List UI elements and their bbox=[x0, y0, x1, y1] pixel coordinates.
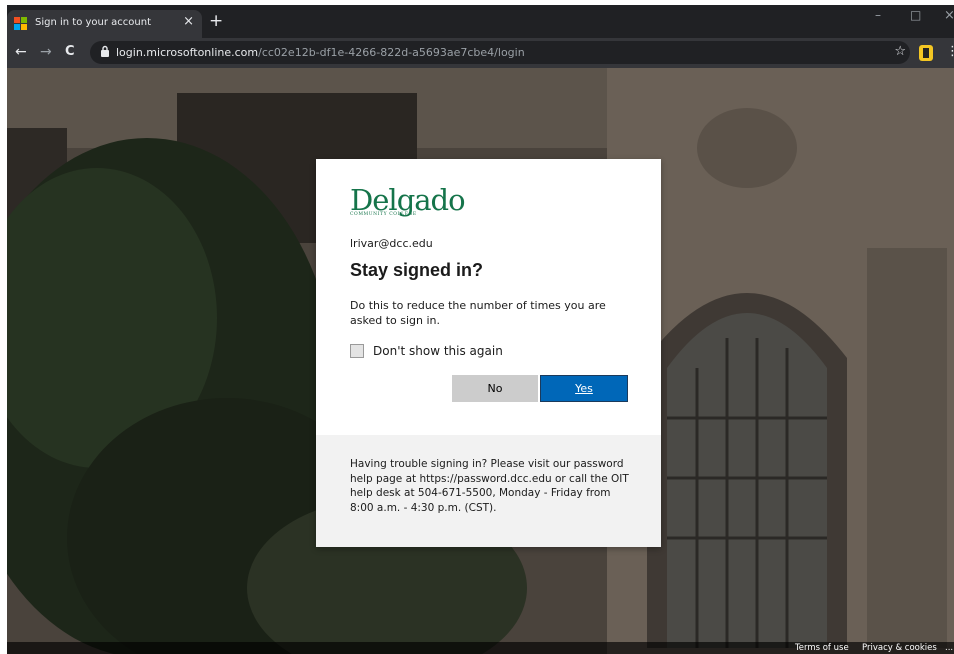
address-bar[interactable]: login.microsoftonline.com/cc02e12b-df1e-… bbox=[90, 41, 910, 64]
browser-toolbar: ← → C login.microsoftonline.com/cc02e12b… bbox=[7, 38, 954, 68]
tab-title: Sign in to your account bbox=[35, 17, 152, 28]
privacy-cookies-link[interactable]: Privacy & cookies bbox=[862, 643, 937, 653]
tab-close-icon[interactable]: × bbox=[183, 14, 194, 30]
help-footer: Having trouble signing in? Please visit … bbox=[316, 435, 661, 547]
account-email: lrivar@dcc.edu bbox=[350, 237, 433, 250]
reload-icon[interactable]: C bbox=[65, 43, 75, 61]
forward-icon[interactable]: → bbox=[40, 43, 52, 61]
terms-of-use-link[interactable]: Terms of use bbox=[795, 643, 849, 653]
dont-show-again-checkbox[interactable]: Don't show this again bbox=[350, 344, 503, 358]
url-text: login.microsoftonline.com/cc02e12b-df1e-… bbox=[116, 46, 525, 59]
tab-strip: Sign in to your account × + – □ × bbox=[7, 5, 954, 38]
page-footer: Terms of use Privacy & cookies ... bbox=[7, 642, 954, 654]
browser-window: Sign in to your account × + – □ × ← → C … bbox=[7, 5, 954, 654]
back-icon[interactable]: ← bbox=[15, 43, 27, 61]
dialog-title: Stay signed in? bbox=[350, 260, 484, 280]
yes-button[interactable]: Yes bbox=[540, 375, 628, 402]
url-host: login.microsoftonline.com bbox=[116, 46, 259, 59]
minimize-icon[interactable]: – bbox=[875, 8, 881, 22]
close-window-icon[interactable]: × bbox=[944, 8, 954, 23]
url-path: /cc02e12b-df1e-4266-822d-a5693ae7cbe4/lo… bbox=[258, 46, 525, 59]
page-background: Delgado COMMUNITY COLLEGE lrivar@dcc.edu… bbox=[7, 68, 954, 654]
tab-sign-in[interactable]: Sign in to your account × bbox=[7, 10, 202, 38]
bookmark-star-icon[interactable]: ☆ bbox=[894, 44, 906, 59]
help-text: Having trouble signing in? Please visit … bbox=[350, 458, 629, 514]
microsoft-logo-icon bbox=[14, 17, 28, 31]
no-button[interactable]: No bbox=[452, 375, 538, 402]
stay-signed-in-dialog: Delgado COMMUNITY COLLEGE lrivar@dcc.edu… bbox=[316, 159, 661, 547]
logo-wordmark: Delgado bbox=[350, 183, 466, 217]
delgado-logo: Delgado COMMUNITY COLLEGE bbox=[350, 183, 466, 217]
new-tab-icon[interactable]: + bbox=[209, 10, 223, 32]
extension-icon[interactable] bbox=[919, 45, 933, 61]
browser-menu-icon[interactable]: ⋮ bbox=[946, 44, 954, 59]
checkbox-label[interactable]: Don't show this again bbox=[373, 344, 503, 358]
lock-icon bbox=[101, 45, 109, 57]
maximize-icon[interactable]: □ bbox=[910, 8, 921, 22]
more-options-link[interactable]: ... bbox=[945, 643, 953, 653]
dialog-description: Do this to reduce the number of times yo… bbox=[350, 299, 606, 327]
checkbox-box[interactable] bbox=[350, 344, 364, 358]
